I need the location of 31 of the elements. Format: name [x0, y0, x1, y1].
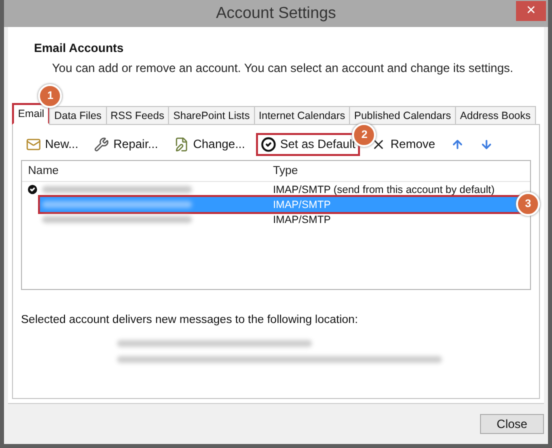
wrench-icon — [94, 136, 110, 152]
column-header: Name — [27, 165, 60, 177]
step-badge: 3 — [516, 192, 540, 216]
tab[interactable]: Internet Calendars — [254, 106, 350, 125]
close-dialog-button[interactable]: Close — [480, 414, 544, 434]
section-description: You can add or remove an account. You can select an account and change its settings. — [52, 61, 514, 75]
envelope-icon — [26, 136, 41, 152]
column-header: Type — [272, 165, 299, 177]
tab[interactable]: Data Files — [49, 106, 107, 125]
table-cell-text: IMAP/SMTP (send from this account by default) — [272, 184, 496, 196]
tab[interactable]: RSS Feeds — [106, 106, 170, 125]
set-default-button[interactable]: Set as Default — [256, 132, 360, 156]
tab[interactable]: Email — [12, 103, 50, 125]
table-cell-text: IMAP/SMTP — [272, 214, 332, 226]
tab[interactable]: SharePoint Lists — [168, 106, 255, 125]
arrow-down-icon — [480, 138, 494, 150]
arrow-up-icon — [451, 138, 464, 150]
window-title: Account Settings — [216, 4, 336, 22]
delivery-label: Selected account delivers new messages to the following location: — [21, 314, 359, 326]
check-circle-icon — [261, 136, 276, 152]
tab[interactable]: Address Books — [455, 106, 536, 125]
card-edit-icon — [174, 136, 190, 152]
tab[interactable]: Published Calendars — [349, 106, 456, 125]
table-cell-text: IMAP/SMTP — [272, 198, 332, 210]
remove-button[interactable]: Remove — [366, 132, 440, 156]
repair-button[interactable]: Repair... — [89, 132, 164, 156]
change-button[interactable]: Change... — [169, 132, 250, 156]
step-badge: 1 — [38, 84, 62, 108]
new-button[interactable]: New... — [21, 132, 84, 156]
section-title: Email Accounts — [34, 41, 125, 55]
close-button[interactable]: × — [516, 1, 546, 21]
